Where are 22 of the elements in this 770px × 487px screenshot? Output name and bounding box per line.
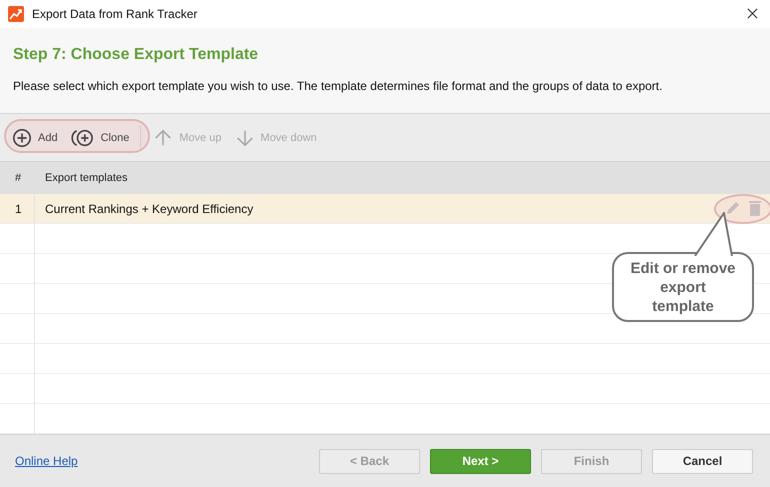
arrow-up-icon	[153, 128, 174, 148]
next-button[interactable]: Next >	[430, 448, 531, 474]
table-cell-text: Current Rankings + Keyword Efficiency	[44, 202, 254, 216]
online-help-link[interactable]: Online Help	[15, 454, 319, 468]
step-description: Please select which export template you wish to use. The template determines file format and the groups of data to export.	[13, 78, 664, 93]
clone-button[interactable]: Clone	[66, 128, 138, 148]
close-icon[interactable]	[747, 8, 758, 20]
table-row[interactable]: 1 Current Rankings + Keyword Efficiency	[0, 194, 770, 224]
step-title: Step 7: Choose Export Template	[13, 46, 260, 64]
plus-circle-icon	[70, 128, 95, 148]
trash-icon[interactable]	[746, 199, 764, 218]
window-title: Export Data from Rank Tracker	[32, 6, 198, 21]
plus-circle-icon	[12, 128, 32, 148]
add-button[interactable]: Add	[8, 128, 67, 148]
arrow-down-icon	[234, 128, 255, 148]
column-header: #	[14, 171, 22, 186]
footer-button[interactable]: Cancel	[652, 448, 753, 474]
column-header: Export templates	[44, 172, 129, 184]
table-cell: 1	[0, 194, 35, 224]
callout-text: Edit or remove export template	[629, 258, 737, 316]
highlight-oval	[714, 194, 770, 224]
app-logo-icon	[8, 6, 24, 22]
